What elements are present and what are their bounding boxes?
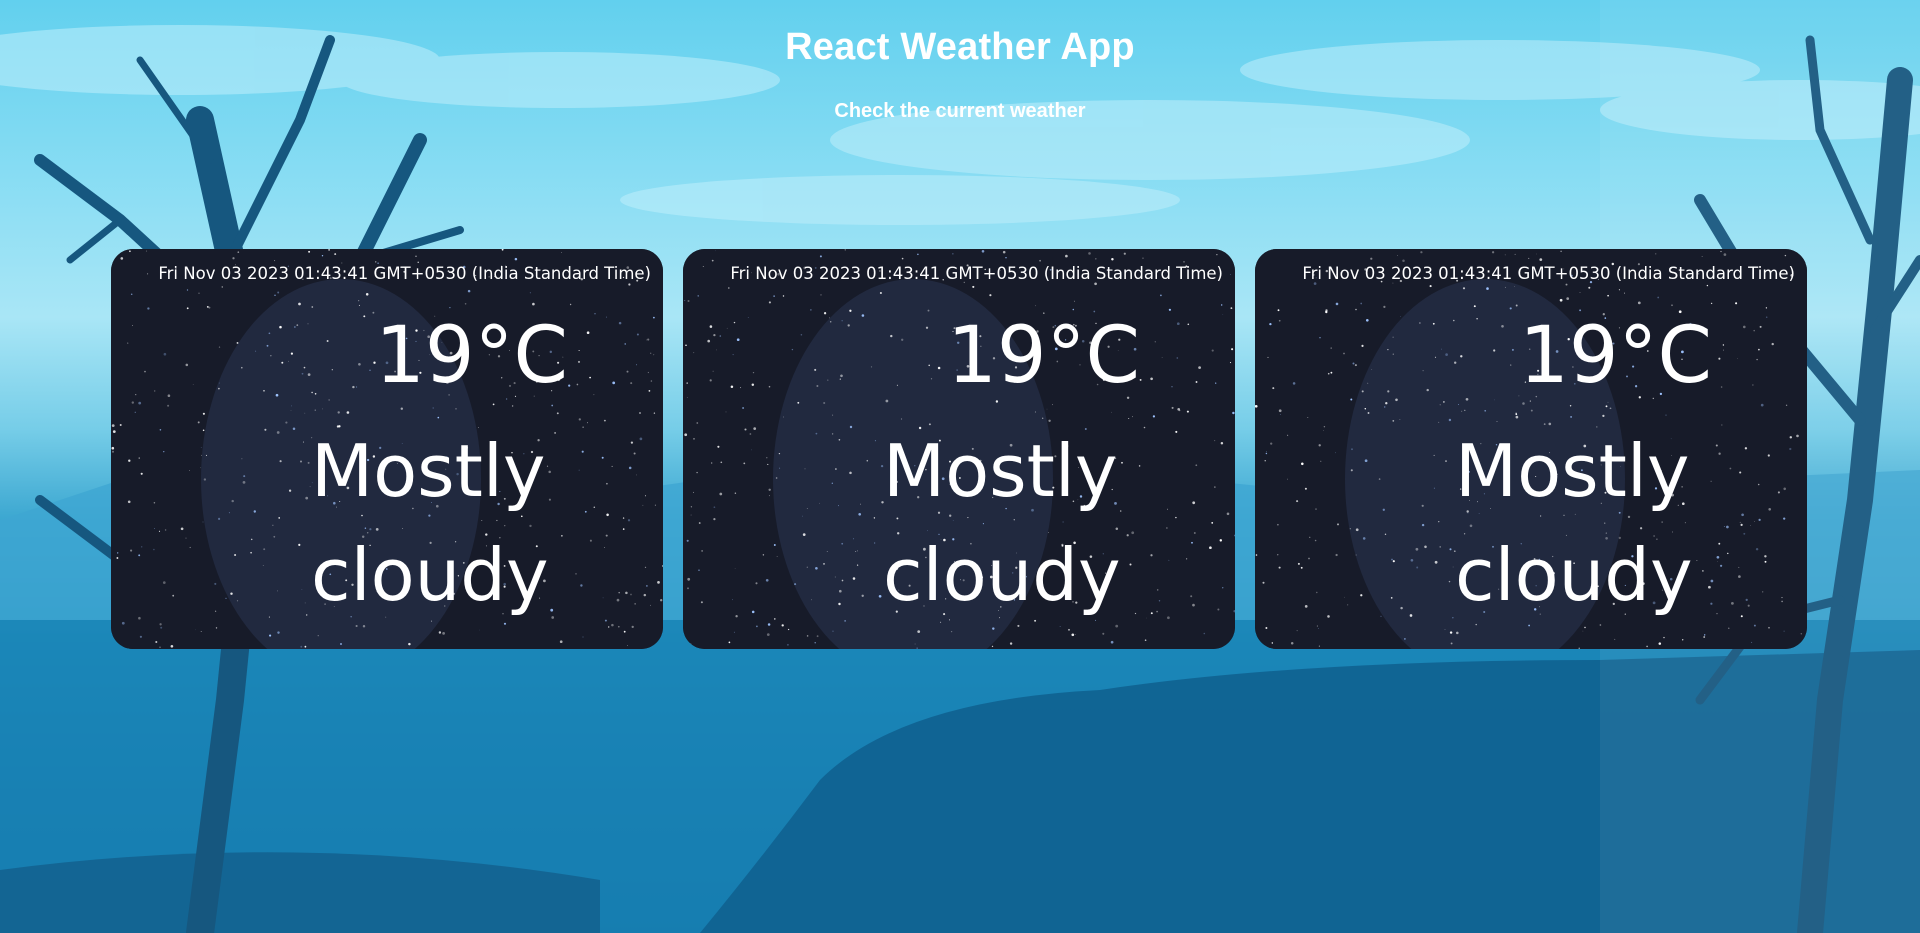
app-title: React Weather App: [785, 26, 1135, 68]
weather-cards: Fri Nov 03 2023 01:43:41 GMT+0530 (India…: [111, 249, 1809, 649]
weather-card: Fri Nov 03 2023 01:43:41 GMT+0530 (India…: [683, 249, 1235, 649]
card-temperature: 19°C: [1519, 311, 1712, 401]
app-subtitle: Check the current weather: [834, 100, 1086, 122]
card-datetime: Fri Nov 03 2023 01:43:41 GMT+0530 (India…: [158, 264, 651, 283]
card-temperature: 19°C: [947, 311, 1140, 401]
card-condition: Mostly cloudy: [883, 429, 1121, 617]
weather-card: Fri Nov 03 2023 01:43:41 GMT+0530 (India…: [1255, 249, 1807, 649]
card-datetime: Fri Nov 03 2023 01:43:41 GMT+0530 (India…: [730, 264, 1223, 283]
card-condition: Mostly cloudy: [311, 429, 549, 617]
card-datetime: Fri Nov 03 2023 01:43:41 GMT+0530 (India…: [1302, 264, 1795, 283]
card-temperature: 19°C: [375, 311, 568, 401]
card-condition: Mostly cloudy: [1455, 429, 1693, 617]
weather-card: Fri Nov 03 2023 01:43:41 GMT+0530 (India…: [111, 249, 663, 649]
